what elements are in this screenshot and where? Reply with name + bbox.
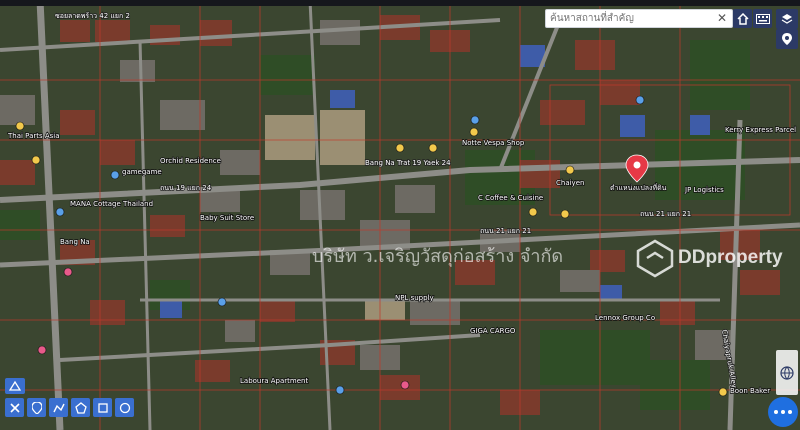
info-button[interactable] [5,378,25,394]
top-frame-bar [0,0,800,6]
drawing-toolbar [5,398,134,420]
layers-button[interactable] [776,9,798,29]
place-label: Boon Baker [730,387,770,395]
place-label: Notte Vespa Shop [462,139,525,147]
watermark-company: บริษัท ว.เจริญวัสดุก่อสร้าง จำกัด [312,246,563,267]
keyboard-icon [755,13,770,24]
keyboard-button[interactable] [753,9,772,28]
polyline-button[interactable] [49,398,68,417]
place-label: Baby Suit Store [200,214,254,222]
clear-search-button[interactable]: ✕ [715,11,729,26]
pin-button[interactable] [776,29,798,49]
place-search-box[interactable]: ✕ [545,9,733,28]
place-label: NPL supply [395,294,434,302]
circle-icon [119,402,130,413]
place-label: Kerry Express Parcel [725,126,796,134]
road-label: ถนน 21 แยก 21 [480,227,531,235]
measure-distance-icon [9,402,20,413]
polygon-icon [74,401,87,414]
marker-icon [31,401,42,414]
map-labels: ซอยลาดพร้าว 42 แยก 2 ถนน 19 แยก 24 Bang … [6,11,797,397]
watermark-brand: DDproperty [678,247,783,268]
place-label: Chaiyen [556,179,584,187]
place-label: MANA Cottage Thailand [70,200,153,208]
pin-icon [782,33,792,45]
place-label: Bang Na [60,238,90,246]
more-dot-icon [774,410,778,414]
home-icon [736,12,749,25]
road-label: ถนน 19 แยก 24 [160,184,212,192]
measure-distance-button[interactable] [5,398,24,417]
target-location-pin-icon[interactable] [625,154,649,183]
road-label: ถนน 21 แยก 21 [640,210,691,218]
search-input[interactable] [550,11,710,26]
globe-button[interactable] [776,350,798,395]
globe-icon [780,365,794,380]
more-dot-icon [781,410,785,414]
circle-button[interactable] [115,398,134,417]
place-label: Orchid Residence [160,157,221,165]
place-label: Laboura Apartment [240,377,308,385]
target-label: ตำแหน่งแปลงที่ดิน [610,183,667,192]
place-label: gamegame [122,168,162,176]
rectangle-icon [97,402,108,413]
place-label: GIGA CARGO [470,327,516,335]
more-options-button[interactable] [768,397,798,427]
road-label: Bang Na Trat 19 Yaek 24 [365,159,451,167]
marker-button[interactable] [27,398,46,417]
road-label: Chaiyapruk Alley [720,329,738,389]
rectangle-button[interactable] [93,398,112,417]
home-button[interactable] [733,9,752,28]
place-label: JP Logistics [684,186,724,194]
polyline-icon [52,403,65,412]
more-dot-icon [788,410,792,414]
place-label: Lennox Group Co [595,314,655,322]
layers-icon [781,14,793,24]
place-label: C Coffee & Cuisine [478,194,543,202]
polygon-button[interactable] [71,398,90,417]
place-label: Thai Parts Asia [7,132,60,140]
road-label: ซอยลาดพร้าว 42 แยก 2 [55,12,130,20]
info-icon [9,380,21,391]
ddproperty-logo-icon [636,239,674,278]
